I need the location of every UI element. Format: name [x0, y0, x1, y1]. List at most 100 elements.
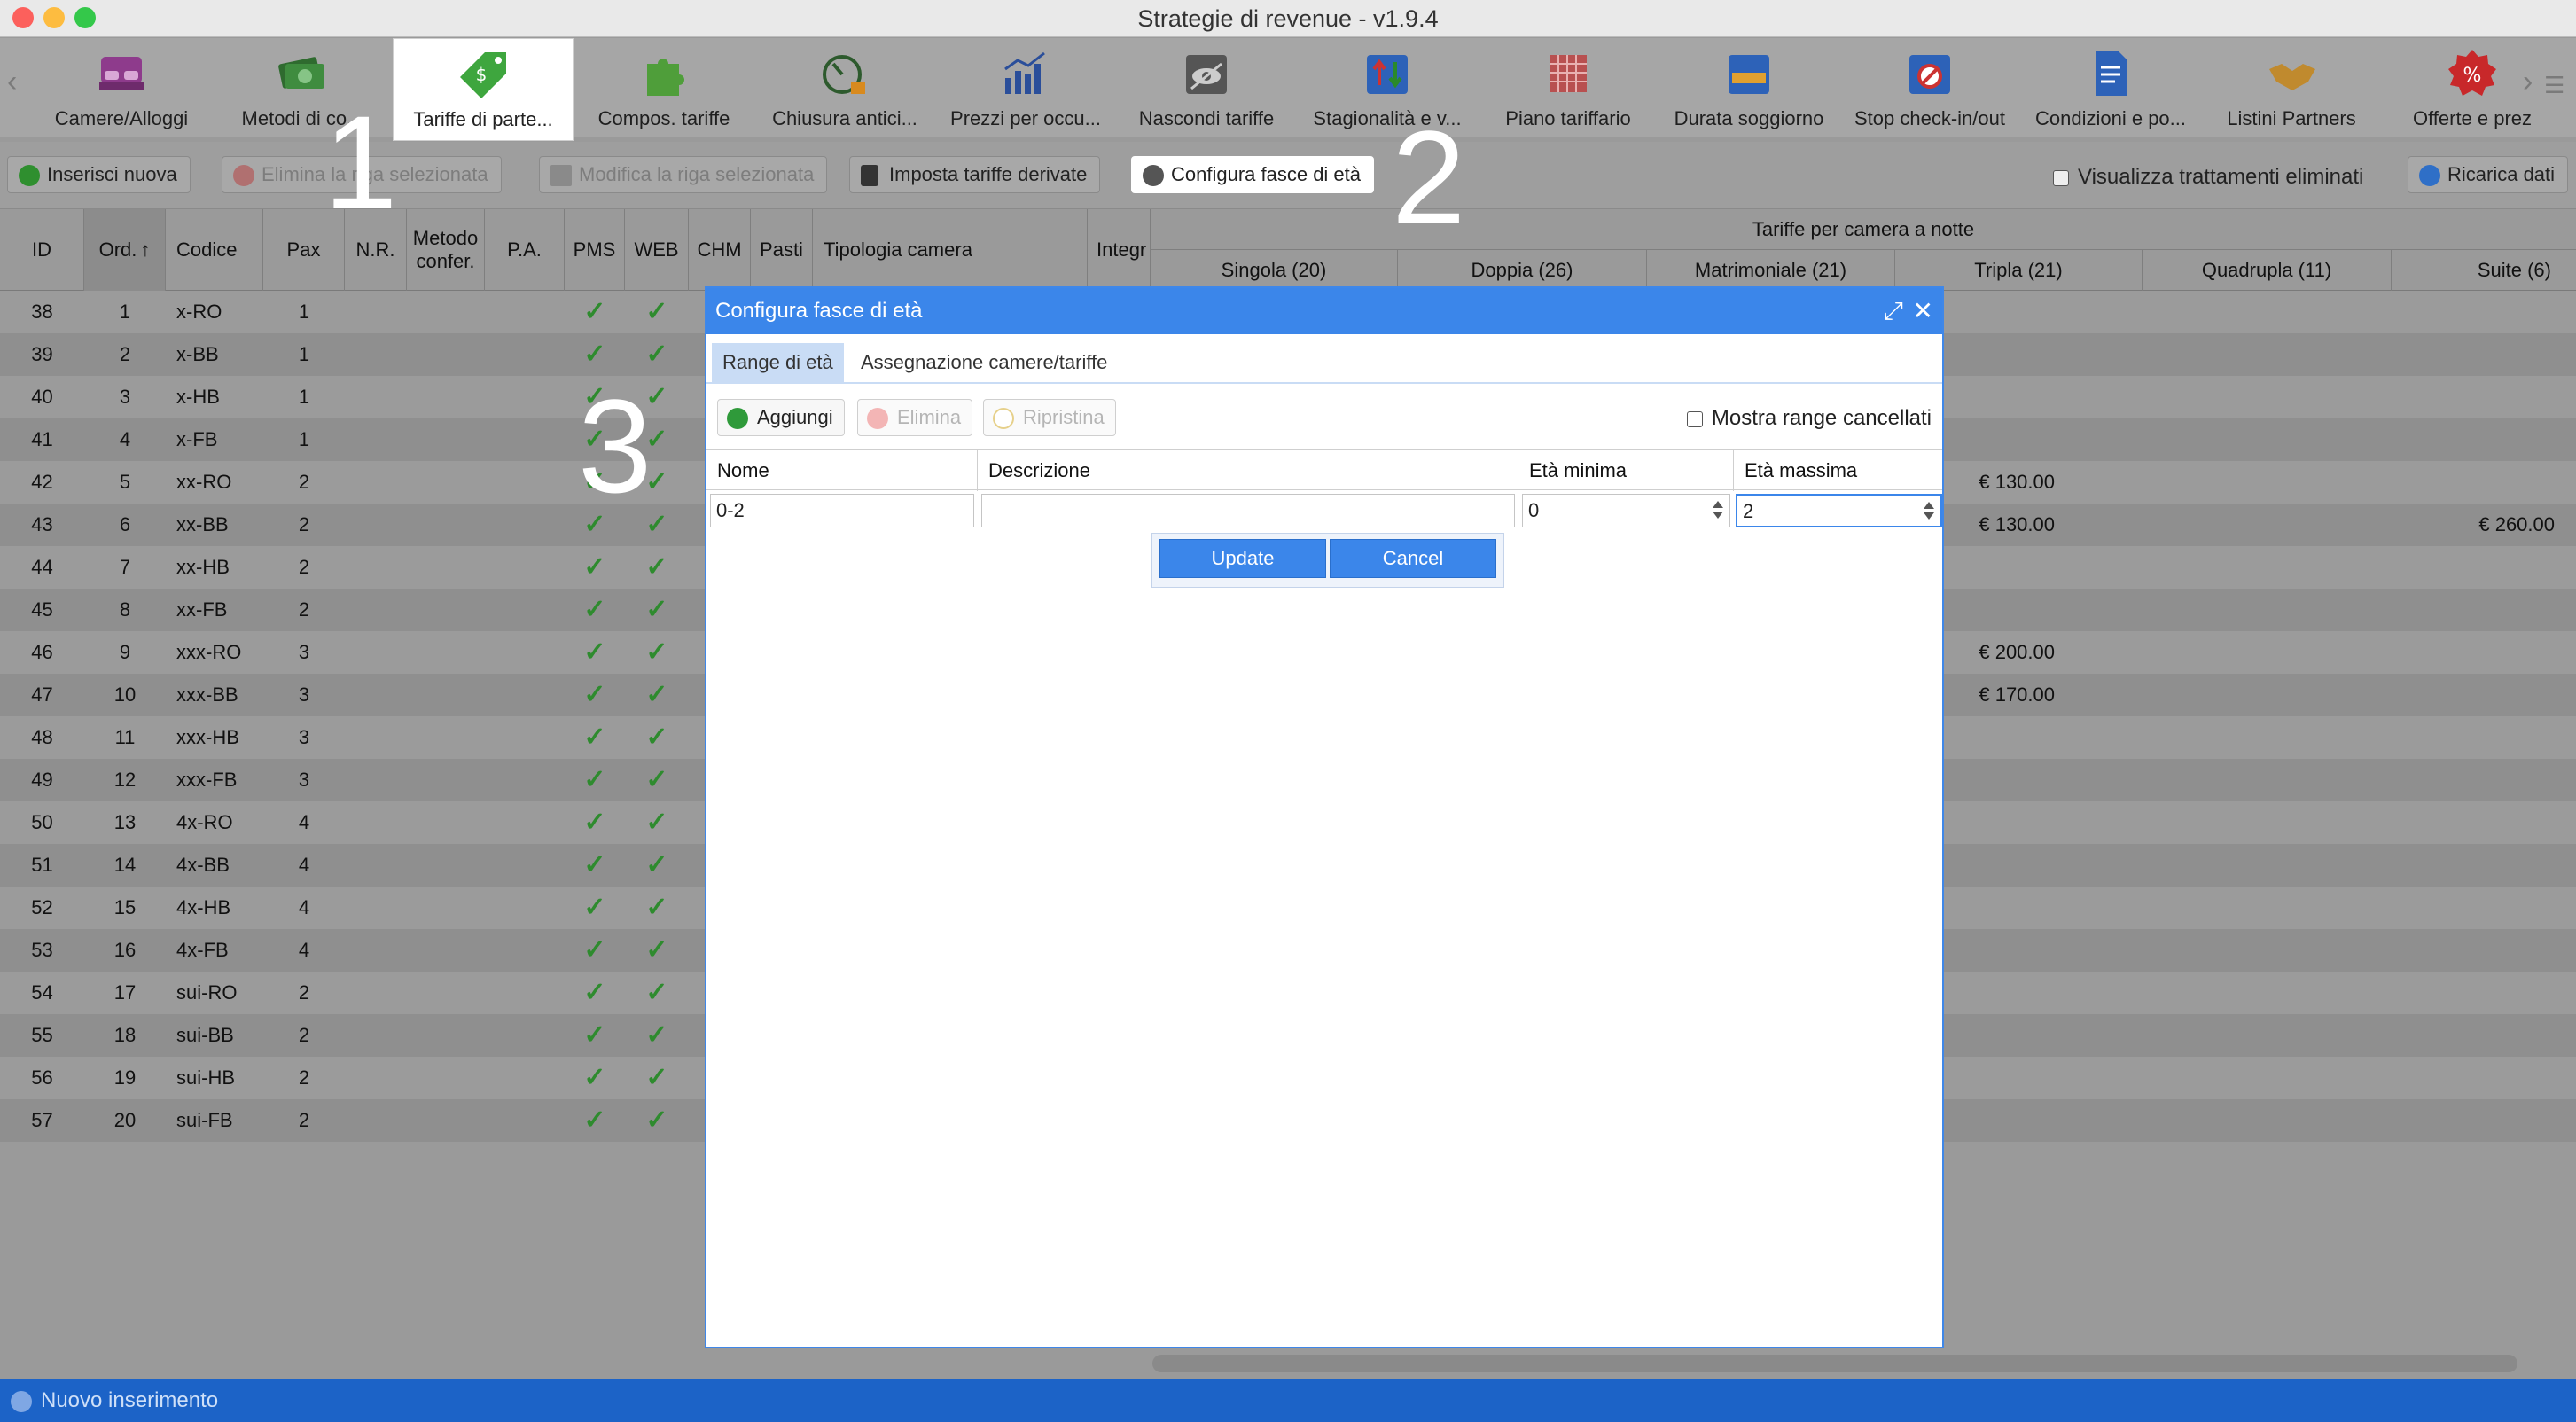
web-check-icon: ✓ [645, 637, 668, 667]
toolbar-condizioni[interactable]: Condizioni e po... [2020, 38, 2201, 137]
col-tipologia[interactable]: Tipologia camera [813, 209, 1088, 291]
col-quadrupla[interactable]: Quadrupla (11) [2143, 250, 2392, 291]
reload-button[interactable]: Ricarica dati [2408, 156, 2569, 193]
show-deleted-treatments[interactable]: Visualizza trattamenti eliminati [2053, 165, 2363, 190]
toolbar-label: Prezzi per occu... [950, 107, 1101, 129]
col-suite[interactable]: Suite (6) [2392, 250, 2576, 291]
age-bands-grid-header: Nome Descrizione Età minima Età massima [706, 449, 1942, 491]
cell-codice: 4x-FB [176, 939, 229, 961]
restore-range-button[interactable]: Ripristina [983, 399, 1116, 436]
cancel-button[interactable]: Cancel [1330, 539, 1496, 578]
delete-range-button[interactable]: Elimina [857, 399, 973, 436]
sort-asc-icon: ↑ [140, 238, 151, 261]
cell-codice: x-RO [176, 301, 222, 323]
calendar-arrows-icon [1367, 55, 1408, 94]
edit-row-button[interactable]: Modifica la riga selezionata [539, 156, 828, 193]
pms-check-icon: ✓ [583, 1020, 606, 1050]
cell-suite [2392, 1057, 2555, 1099]
cell-id: 42 [31, 471, 53, 493]
pms-check-icon: ✓ [583, 297, 606, 326]
col-doppia[interactable]: Doppia (26) [1398, 250, 1647, 291]
cell-id: 50 [31, 811, 53, 833]
derived-rates-button[interactable]: Imposta tariffe derivate [849, 156, 1101, 193]
pms-check-icon: ✓ [583, 1106, 606, 1135]
add-range-button[interactable]: Aggiungi [717, 399, 845, 436]
cell-suite: € 260.00 [2478, 513, 2555, 535]
cell-ord: 5 [119, 471, 131, 493]
col-pasti[interactable]: Pasti [751, 209, 813, 291]
age-band-edit-row: 0-2 0 2 [706, 490, 1942, 531]
col-web[interactable]: WEB [625, 209, 689, 291]
gear-icon [1143, 165, 1164, 186]
col-descrizione[interactable]: Descrizione [978, 450, 1518, 491]
close-window-button[interactable] [12, 7, 34, 28]
restore-icon [993, 408, 1014, 429]
eta-massima-input[interactable]: 2 [1736, 494, 1942, 527]
nome-input[interactable]: 0-2 [710, 494, 974, 527]
cell-suite [2392, 333, 2555, 376]
cell-codice: xx-FB [176, 598, 228, 621]
horizontal-scrollbar[interactable] [1152, 1355, 2517, 1372]
zoom-window-button[interactable] [74, 7, 96, 28]
col-eta-massima[interactable]: Età massima [1734, 450, 1942, 491]
cell-id: 44 [31, 556, 53, 578]
pencil-icon [550, 165, 572, 186]
pms-check-icon: ✓ [583, 893, 606, 922]
col-eta-minima[interactable]: Età minima [1518, 450, 1734, 491]
web-check-icon: ✓ [645, 595, 668, 624]
show-deleted-ranges[interactable]: Mostra range cancellati [1686, 406, 1932, 431]
toolbar-chiusura[interactable]: Chiusura antici... [754, 38, 935, 137]
tab-range-eta[interactable]: Range di età [712, 343, 844, 382]
update-button[interactable]: Update [1159, 539, 1326, 578]
cell-suite [2392, 1099, 2555, 1142]
toolbar-durata[interactable]: Durata soggiorno [1659, 38, 1839, 137]
col-singola[interactable]: Singola (20) [1151, 250, 1398, 291]
eta-massima-value: 2 [1743, 500, 1754, 522]
col-matrimoniale[interactable]: Matrimoniale (21) [1647, 250, 1895, 291]
tab-assegnazione[interactable]: Assegnazione camere/tariffe [850, 343, 1118, 382]
cell-pax: 2 [298, 513, 310, 535]
toolbar-camere[interactable]: Camere/Alloggi [31, 38, 212, 137]
close-icon[interactable]: ✕ [1913, 299, 1933, 324]
web-check-icon: ✓ [645, 340, 668, 369]
refresh-icon [2419, 165, 2440, 186]
col-pms[interactable]: PMS [565, 209, 625, 291]
toolbar-menu-icon[interactable]: ☰ [2544, 72, 2564, 99]
col-metodo[interactable]: Metodo confer. [407, 209, 485, 291]
eta-minima-input[interactable]: 0 [1522, 494, 1730, 527]
toolbar-nascondi[interactable]: Nascondi tariffe [1116, 38, 1297, 137]
descrizione-input[interactable] [981, 494, 1515, 527]
col-ord[interactable]: Ord. ↑ [84, 209, 166, 291]
eta-massima-spinner-icon[interactable] [1923, 501, 1935, 522]
col-codice[interactable]: Codice [166, 209, 263, 291]
maximize-icon[interactable]: ⤢ [1884, 299, 1903, 324]
col-chm[interactable]: CHM [689, 209, 751, 291]
minimize-window-button[interactable] [43, 7, 65, 28]
toolbar-prezzi[interactable]: Prezzi per occu... [935, 38, 1116, 137]
toolbar-scroll-left-icon[interactable]: ‹ [7, 65, 17, 99]
web-check-icon: ✓ [645, 935, 668, 965]
toolbar-stop[interactable]: Stop check-in/out [1839, 38, 2020, 137]
col-tripla[interactable]: Tripla (21) [1895, 250, 2143, 291]
toolbar-tariffe[interactable]: $ Tariffe di parte... [393, 38, 574, 141]
toolbar-label: Stop check-in/out [1854, 107, 2005, 129]
age-bands-button[interactable]: Configura fasce di età [1131, 156, 1375, 193]
col-id[interactable]: ID [0, 209, 84, 291]
col-pa[interactable]: P.A. [485, 209, 565, 291]
toolbar-compos[interactable]: Compos. tariffe [574, 38, 754, 137]
show-deleted-checkbox[interactable] [2053, 169, 2069, 186]
toolbar-offerte[interactable]: % Offerte e prez [2382, 38, 2563, 137]
show-deleted-ranges-checkbox[interactable] [1686, 410, 1703, 427]
col-integ[interactable]: Integr [1088, 209, 1151, 291]
status-text[interactable]: Nuovo inserimento [41, 1388, 218, 1412]
insert-new-button[interactable]: Inserisci nuova [7, 156, 191, 193]
toolbar-listini[interactable]: Listini Partners [2201, 38, 2382, 137]
eta-minima-spinner-icon[interactable] [1712, 500, 1724, 521]
toolbar-piano[interactable]: Piano tariffario [1478, 38, 1659, 137]
toolbar-scroll-right-icon[interactable]: › [2523, 65, 2533, 99]
web-check-icon: ✓ [645, 297, 668, 326]
cell-codice: xx-HB [176, 556, 230, 578]
cell-pax: 2 [298, 981, 310, 1004]
col-nome[interactable]: Nome [706, 450, 978, 491]
cell-suite [2392, 972, 2555, 1014]
